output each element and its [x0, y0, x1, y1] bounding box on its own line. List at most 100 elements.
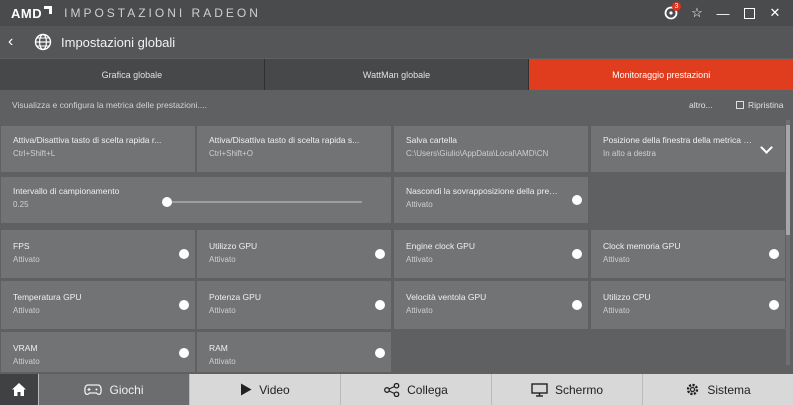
- metric-status: Attivato: [13, 357, 40, 366]
- metric-fps[interactable]: FPS Attivato: [1, 230, 195, 278]
- hotkey-toggle-title: Attiva/Disattiva tasto di scelta rapida …: [13, 135, 162, 145]
- metric-toggle[interactable]: [179, 249, 189, 259]
- amd-logo: AMD: [11, 6, 53, 21]
- toolbar: Visualizza e configura la metrica delle …: [0, 94, 793, 118]
- metric-toggle[interactable]: [179, 348, 189, 358]
- reset-button[interactable]: Ripristina: [736, 100, 783, 110]
- window-position-value: In alto a destra: [603, 149, 656, 158]
- metric-toggle[interactable]: [375, 300, 385, 310]
- bottom-navigation: Giochi Video Collega Schermo Sistema: [0, 374, 793, 405]
- home-button[interactable]: [0, 374, 38, 405]
- home-icon: [12, 383, 26, 396]
- favorite-button[interactable]: ☆: [685, 0, 709, 26]
- hotkey-save-value: Ctrl+Shift+O: [209, 149, 254, 158]
- close-button[interactable]: ✕: [763, 0, 787, 26]
- metric-toggle[interactable]: [769, 300, 779, 310]
- nav-display-label: Schermo: [554, 382, 604, 397]
- close-icon: ✕: [769, 5, 781, 20]
- nav-display[interactable]: Schermo: [491, 374, 642, 405]
- notifications-button[interactable]: 3: [659, 0, 683, 26]
- metric-status: Attivato: [209, 306, 236, 315]
- gamepad-icon: [84, 383, 103, 395]
- hide-overlay-value: Attivato: [406, 200, 433, 209]
- metric-gpu-engine-clock[interactable]: Engine clock GPU Attivato: [394, 230, 588, 278]
- metric-status: Attivato: [209, 357, 236, 366]
- reset-label: Ripristina: [748, 100, 784, 110]
- metric-title: Clock memoria GPU: [603, 241, 681, 251]
- window-position-dropdown[interactable]: Posizione della finestra della metrica d…: [591, 126, 785, 172]
- metric-toggle[interactable]: [572, 300, 582, 310]
- page-title: Impostazioni globali: [61, 34, 176, 50]
- hide-overlay-toggle[interactable]: [572, 195, 582, 205]
- metric-toggle[interactable]: [572, 249, 582, 259]
- tab-performance-monitoring[interactable]: Monitoraggio prestazioni: [529, 59, 793, 90]
- metric-toggle[interactable]: [375, 249, 385, 259]
- nav-connect[interactable]: Collega: [340, 374, 491, 405]
- metric-title: Velocità ventola GPU: [406, 292, 487, 302]
- metric-gpu-power[interactable]: Potenza GPU Attivato: [197, 281, 391, 329]
- title-bar: AMD IMPOSTAZIONI RADEON 3 ☆ — ✕: [0, 0, 793, 26]
- metric-title: VRAM: [13, 343, 38, 353]
- amd-arrow-icon: [44, 6, 53, 14]
- maximize-icon: [743, 7, 755, 19]
- metric-gpu-temperature[interactable]: Temperatura GPU Attivato: [1, 281, 195, 329]
- nav-system[interactable]: Sistema: [642, 374, 793, 405]
- metric-status: Attivato: [406, 255, 433, 264]
- minimize-button[interactable]: —: [711, 0, 735, 26]
- metric-gpu-usage[interactable]: Utilizzo GPU Attivato: [197, 230, 391, 278]
- save-folder-card[interactable]: Salva cartella C:\Users\Giulio\AppData\L…: [394, 126, 588, 172]
- notification-badge: 3: [672, 2, 681, 11]
- globe-icon: [34, 33, 52, 51]
- metric-toggle[interactable]: [179, 300, 189, 310]
- nav-connect-label: Collega: [407, 382, 448, 397]
- metric-status: Attivato: [603, 306, 630, 315]
- description-text: Visualizza e configura la metrica delle …: [12, 100, 207, 110]
- hide-overlay-card[interactable]: Nascondi la sovrapposizione della prest.…: [394, 177, 588, 223]
- more-link[interactable]: altro...: [689, 100, 713, 110]
- metric-cpu-usage[interactable]: Utilizzo CPU Attivato: [591, 281, 785, 329]
- nav-video-label: Video: [259, 382, 290, 397]
- metric-ram[interactable]: RAM Attivato: [197, 332, 391, 372]
- metric-gpu-fan-speed[interactable]: Velocità ventola GPU Attivato: [394, 281, 588, 329]
- metric-status: Attivato: [406, 306, 433, 315]
- metric-title: Engine clock GPU: [406, 241, 475, 251]
- metric-status: Attivato: [13, 255, 40, 264]
- sampling-interval-slider-handle[interactable]: [162, 197, 172, 207]
- metric-gpu-memory-clock[interactable]: Clock memoria GPU Attivato: [591, 230, 785, 278]
- hide-overlay-title: Nascondi la sovrapposizione della prest.…: [406, 186, 558, 196]
- sampling-interval-card: Intervallo di campionamento 0.25: [1, 177, 391, 223]
- window-position-title: Posizione della finestra della metrica d…: [603, 135, 755, 145]
- hotkey-toggle-card[interactable]: Attiva/Disattiva tasto di scelta rapida …: [1, 126, 195, 172]
- sampling-interval-slider[interactable]: [167, 201, 362, 203]
- hotkey-toggle-value: Ctrl+Shift+L: [13, 149, 56, 158]
- nav-video[interactable]: Video: [189, 374, 340, 405]
- nav-system-label: Sistema: [707, 382, 751, 397]
- maximize-button[interactable]: [737, 0, 761, 26]
- reset-icon: [736, 101, 744, 109]
- nav-games[interactable]: Giochi: [38, 374, 189, 405]
- tab-global-wattman[interactable]: WattMan globale: [264, 59, 530, 90]
- metric-title: RAM: [209, 343, 228, 353]
- metric-toggle[interactable]: [375, 348, 385, 358]
- metric-vram[interactable]: VRAM Attivato: [1, 332, 195, 372]
- chevron-down-icon: [760, 141, 773, 154]
- metric-title: Potenza GPU: [209, 292, 261, 302]
- nav-games-label: Giochi: [109, 382, 144, 397]
- star-icon: ☆: [691, 5, 703, 20]
- metric-status: Attivato: [603, 255, 630, 264]
- minimize-icon: —: [716, 5, 730, 21]
- play-icon: [241, 383, 252, 396]
- tab-global-graphics[interactable]: Grafica globale: [0, 59, 265, 90]
- hotkey-save-card[interactable]: Attiva/Disattiva tasto di scelta rapida …: [197, 126, 391, 172]
- back-button[interactable]: ‹: [8, 33, 22, 51]
- metric-status: Attivato: [209, 255, 236, 264]
- metric-title: Utilizzo CPU: [603, 292, 651, 302]
- gear-icon: [687, 383, 699, 396]
- page-header: ‹ Impostazioni globali: [0, 26, 793, 58]
- metric-title: Utilizzo GPU: [209, 241, 258, 251]
- metric-title: Temperatura GPU: [13, 292, 82, 302]
- share-icon: [384, 382, 400, 397]
- scrollbar-thumb[interactable]: [786, 125, 790, 235]
- hotkey-save-title: Attiva/Disattiva tasto di scelta rapida …: [209, 135, 360, 145]
- metric-toggle[interactable]: [769, 249, 779, 259]
